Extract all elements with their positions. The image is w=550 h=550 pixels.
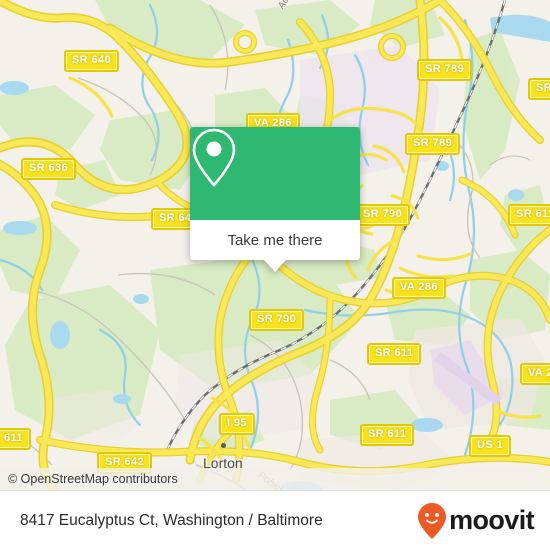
- moovit-smiley-pin-icon: [418, 502, 447, 539]
- bottom-bar: 8417 Eucalyptus Ct, Washington / Baltimo…: [0, 490, 550, 550]
- road-shield: SR 640: [64, 50, 120, 72]
- moovit-brand[interactable]: moovit: [417, 502, 535, 540]
- popup-header: [190, 127, 360, 220]
- road-shield: SR 790: [355, 204, 411, 226]
- place-dot: [221, 443, 226, 448]
- road-shield: SR 611: [360, 424, 415, 446]
- road-shield: 611: [0, 428, 31, 450]
- road-shield: SR 611: [367, 343, 422, 365]
- popup-pointer: [264, 260, 286, 272]
- road-shield: SR 789: [405, 133, 461, 155]
- road-shield: SR: [528, 78, 550, 100]
- road-shield: VA 286: [392, 277, 446, 299]
- take-me-there-button[interactable]: Take me there: [190, 220, 360, 260]
- road-shield: US 1: [469, 435, 512, 457]
- map-screen: SR 640 SR 636 SR 64 VA 286 SR 789 SR 789 SR 79…: [0, 0, 550, 550]
- destination-popup[interactable]: Take me there: [190, 127, 360, 272]
- road-shield: SR 790: [249, 309, 305, 331]
- road-shield: I 95: [219, 413, 255, 435]
- road-shield: VA 28: [520, 363, 550, 385]
- address-title: 8417 Eucalyptus Ct, Washington / Baltimo…: [20, 511, 323, 529]
- map-attribution: © OpenStreetMap contributors: [0, 468, 550, 490]
- take-me-there-label: Take me there: [227, 231, 323, 249]
- moovit-wordmark: moovit: [449, 505, 535, 535]
- map-pin-icon: [192, 128, 236, 187]
- road-shield: SR 611: [508, 204, 550, 226]
- road-shield: SR 789: [417, 59, 473, 81]
- map-canvas[interactable]: SR 640 SR 636 SR 64 VA 286 SR 789 SR 789 SR 79…: [0, 0, 550, 490]
- road-shield: SR 636: [21, 158, 77, 180]
